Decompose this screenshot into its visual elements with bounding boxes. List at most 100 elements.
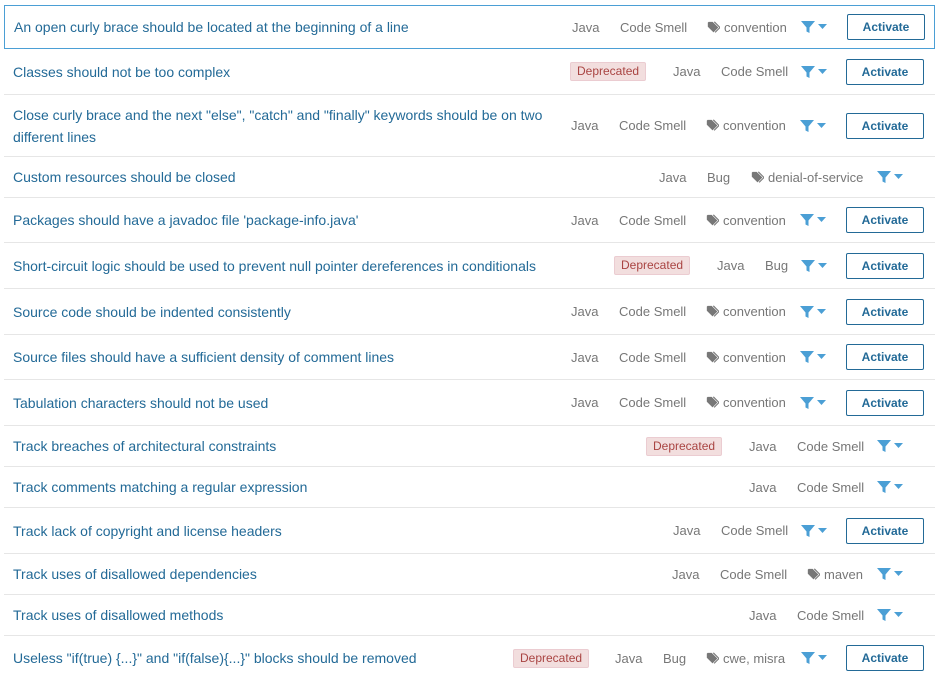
deprecated-badge-label: Deprecated	[646, 436, 723, 456]
rule-language: Java	[571, 212, 599, 228]
activate-button[interactable]: Activate	[846, 252, 924, 279]
filter-dropdown[interactable]	[877, 554, 903, 594]
filter-dropdown[interactable]	[801, 636, 827, 680]
rule-title[interactable]: An open curly brace should be located at…	[14, 6, 554, 48]
filter-icon	[800, 119, 814, 132]
rule-title[interactable]: Useless "if(true) {...}" and "if(false){…	[13, 636, 553, 680]
rule-row[interactable]: Useless "if(true) {...}" and "if(false){…	[4, 636, 935, 680]
rule-row[interactable]: Custom resources should be closed Java B…	[4, 157, 935, 198]
rule-row[interactable]: Track lack of copyright and license head…	[4, 508, 935, 554]
rule-title[interactable]: Packages should have a javadoc file 'pac…	[13, 198, 553, 242]
rule-row[interactable]: Tabulation characters should not be used…	[4, 380, 935, 426]
activate-button[interactable]: Activate	[846, 207, 924, 233]
filter-icon	[800, 396, 814, 409]
filter-dropdown[interactable]	[801, 508, 827, 553]
rule-row[interactable]: An open curly brace should be located at…	[4, 5, 935, 49]
rule-row[interactable]: Packages should have a javadoc file 'pac…	[4, 198, 935, 243]
deprecated-badge: Deprecated	[614, 243, 691, 288]
filter-dropdown[interactable]	[877, 157, 903, 197]
rule-type: Bug	[663, 650, 687, 666]
activate-button[interactable]: Activate	[846, 344, 924, 370]
rule-type: Bug	[707, 169, 731, 185]
activate-button[interactable]: Activate	[846, 298, 924, 325]
rule-title[interactable]: Custom resources should be closed	[13, 157, 553, 197]
rule-row[interactable]: Track uses of disallowed dependencies Ja…	[4, 554, 935, 595]
rule-title[interactable]: Short-circuit logic should be used to pr…	[13, 243, 613, 288]
caret-down-icon	[818, 527, 827, 533]
rule-tags[interactable]: cwe, misra	[706, 636, 785, 680]
filter-icon	[801, 65, 815, 78]
rule-row[interactable]: Track comments matching a regular expres…	[4, 467, 935, 508]
rule-tags[interactable]: convention	[706, 198, 786, 242]
rule-type: Code Smell	[797, 607, 865, 623]
rule-type: Code Smell	[619, 304, 687, 319]
rule-row[interactable]: Source code should be indented consisten…	[4, 289, 935, 335]
rule-tags[interactable]: convention	[706, 289, 786, 334]
rule-title[interactable]: Track uses of disallowed dependencies	[13, 554, 553, 594]
tag-icon	[706, 213, 719, 226]
filter-dropdown[interactable]	[800, 289, 826, 334]
rule-title[interactable]: Tabulation characters should not be used	[13, 380, 553, 425]
activate-button[interactable]: Activate	[846, 112, 924, 139]
rule-tags[interactable]: convention	[707, 6, 787, 48]
filter-dropdown[interactable]	[800, 95, 826, 156]
tag-icon	[707, 20, 720, 33]
rule-language: Java	[659, 169, 687, 185]
rule-tags-text: convention	[723, 212, 786, 228]
rule-row[interactable]: Source files should have a sufficient de…	[4, 335, 935, 380]
filter-icon	[877, 440, 891, 452]
rule-title[interactable]: Source files should have a sufficient de…	[13, 335, 553, 379]
rule-title[interactable]: Track breaches of architectural constrai…	[13, 426, 553, 466]
rule-title[interactable]: Close curly brace and the next "else", "…	[13, 95, 553, 156]
rule-language: Java	[571, 395, 599, 410]
deprecated-badge-label: Deprecated	[513, 648, 590, 668]
filter-dropdown[interactable]	[877, 467, 903, 507]
rule-title[interactable]: Track comments matching a regular expres…	[13, 467, 553, 507]
caret-down-icon	[894, 174, 903, 179]
rule-type: Code Smell	[619, 349, 687, 365]
rule-tags-text: convention	[724, 19, 787, 35]
rule-language: Java	[749, 438, 777, 454]
rule-title[interactable]: Track lack of copyright and license head…	[13, 508, 553, 553]
rule-tags-text: cwe, misra	[723, 650, 786, 666]
rule-type: Code Smell	[619, 395, 687, 410]
rule-title[interactable]: Track uses of disallowed methods	[13, 595, 553, 635]
rule-tags[interactable]: convention	[706, 335, 786, 379]
filter-dropdown[interactable]	[800, 198, 826, 242]
rule-tags[interactable]: convention	[706, 95, 786, 156]
filter-dropdown[interactable]	[801, 6, 827, 48]
rule-language: Java	[672, 566, 700, 582]
caret-down-icon	[818, 68, 827, 74]
rule-row[interactable]: Track breaches of architectural constrai…	[4, 426, 935, 467]
caret-down-icon	[817, 354, 826, 359]
activate-button[interactable]: Activate	[846, 645, 924, 671]
rule-title[interactable]: Classes should not be too complex	[13, 49, 553, 94]
rule-tags[interactable]: denial-of-service	[751, 157, 863, 197]
rule-language: Java	[571, 349, 599, 365]
filter-dropdown[interactable]	[800, 380, 826, 425]
rule-row[interactable]: Classes should not be too complex Deprec…	[4, 49, 935, 95]
activate-button[interactable]: Activate	[846, 389, 924, 416]
filter-dropdown[interactable]	[800, 335, 826, 379]
filter-dropdown[interactable]	[877, 426, 903, 466]
activate-button[interactable]: Activate	[846, 517, 924, 544]
rule-type: Code Smell	[720, 566, 788, 582]
rule-language: Java	[572, 19, 600, 35]
filter-dropdown[interactable]	[877, 595, 903, 635]
filter-dropdown[interactable]	[801, 49, 827, 94]
rule-tags[interactable]: maven	[807, 554, 863, 594]
filter-icon	[801, 652, 815, 664]
rule-tags[interactable]: convention	[706, 380, 786, 425]
filter-icon	[801, 524, 815, 537]
rule-title[interactable]: Source code should be indented consisten…	[13, 289, 553, 334]
rule-row[interactable]: Close curly brace and the next "else", "…	[4, 95, 935, 157]
rule-row[interactable]: Track uses of disallowed methods Java Co…	[4, 595, 935, 636]
filter-dropdown[interactable]	[801, 243, 827, 288]
activate-button[interactable]: Activate	[846, 58, 924, 85]
tag-icon	[706, 305, 719, 317]
rule-row[interactable]: Short-circuit logic should be used to pr…	[4, 243, 935, 289]
filter-icon	[877, 609, 891, 621]
tag-icon	[706, 651, 719, 664]
activate-button[interactable]: Activate	[847, 14, 925, 40]
tag-icon	[706, 350, 719, 363]
